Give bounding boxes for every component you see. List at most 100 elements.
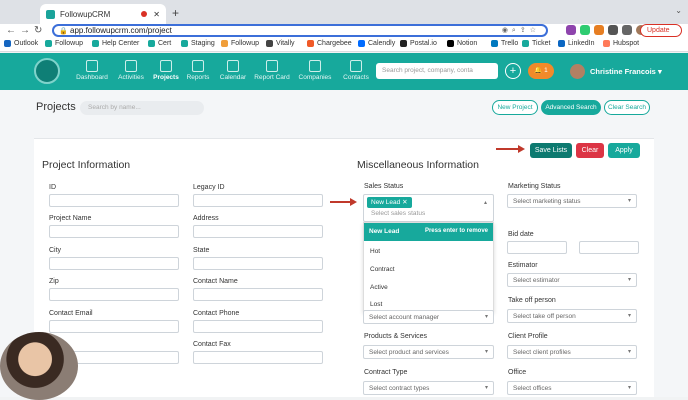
dropdown-option-contract[interactable]: Contract	[370, 266, 395, 273]
followupcrm-logo[interactable]	[34, 58, 60, 84]
update-button[interactable]: Update	[640, 24, 682, 37]
project-name-input[interactable]	[49, 225, 179, 238]
bookmark-item[interactable]: Vitally	[266, 40, 295, 47]
bid-date-from-input[interactable]	[507, 241, 567, 254]
bookmark-item[interactable]: Followup	[45, 40, 83, 47]
clear-button[interactable]: Clear	[576, 143, 604, 158]
caret-down-icon: ▾	[627, 198, 631, 204]
calendar-icon	[227, 60, 239, 72]
caret-down-icon: ▾	[627, 277, 631, 283]
save-lists-button[interactable]: Save Lists	[530, 143, 572, 158]
estimator-label: Estimator	[508, 262, 538, 269]
bookmark-label: Calendly	[368, 40, 396, 47]
nav-item-label: Companies	[298, 74, 332, 81]
dropdown-option-label: New Lead	[369, 228, 400, 235]
dropdown-option-hot[interactable]: Hot	[370, 248, 380, 255]
forward-icon[interactable]: →	[20, 25, 30, 36]
contact-phone-input[interactable]	[193, 320, 323, 333]
bookmark-item[interactable]: Staging	[181, 40, 215, 47]
take-off-person-select[interactable]: Select take off person ▾	[507, 309, 637, 323]
project-search-input[interactable]: Search by name...	[80, 101, 204, 115]
nav-item-reports[interactable]: Reports	[178, 60, 218, 81]
bookmark-item[interactable]: Notion	[447, 40, 477, 47]
bookmark-favicon-icon	[148, 40, 155, 47]
bid-date-to-input[interactable]	[579, 241, 639, 254]
bookmark-item[interactable]: Cert	[148, 40, 171, 47]
bookmark-item[interactable]: Trello	[491, 40, 518, 47]
bookmark-item[interactable]: Ticket	[522, 40, 550, 47]
bell-icon: 🔔	[534, 67, 543, 74]
nav-item-companies[interactable]: Companies	[295, 60, 335, 81]
contact-name-input[interactable]	[193, 288, 323, 301]
client-profile-select[interactable]: Select client profiles ▾	[507, 345, 637, 359]
extension-icon[interactable]	[594, 25, 604, 35]
annotation-arrow	[496, 148, 520, 150]
account-manager-select[interactable]: Select account manager ▾	[363, 310, 494, 324]
nav-item-calendar[interactable]: Calendar	[213, 60, 253, 81]
clear-search-button[interactable]: Clear Search	[604, 100, 650, 115]
bookmark-item[interactable]: Calendly	[358, 40, 395, 47]
bookmark-item[interactable]: Followup	[221, 40, 259, 47]
nav-item-label: Report Card	[254, 74, 290, 81]
extension-icon[interactable]	[566, 25, 576, 35]
zip-input[interactable]	[49, 288, 179, 301]
dropdown-option-new-lead[interactable]: New Lead Press enter to remove	[364, 223, 493, 241]
marketing-status-select[interactable]: Select marketing status ▾	[507, 194, 637, 208]
nav-item-activities[interactable]: Activities	[111, 60, 151, 81]
extension-icon[interactable]	[580, 25, 590, 35]
sales-status-placeholder: Select sales status	[371, 210, 426, 217]
tab-search-icon[interactable]: ⌄	[675, 6, 682, 15]
browser-tab[interactable]: FollowupCRM ✕	[40, 4, 166, 24]
id-input[interactable]	[49, 194, 179, 207]
contact-fax-input[interactable]	[193, 351, 323, 364]
city-input[interactable]	[49, 257, 179, 270]
sales-status-tag[interactable]: New Lead ✕	[367, 197, 412, 208]
companies-icon	[309, 60, 321, 72]
products-services-select[interactable]: Select product and services ▾	[363, 345, 494, 359]
address-input[interactable]	[193, 225, 323, 238]
apply-button[interactable]: Apply	[608, 143, 640, 158]
dropdown-option-active[interactable]: Active	[370, 284, 388, 291]
nav-item-contacts[interactable]: Contacts	[336, 60, 376, 81]
bookmark-item[interactable]: Chargebee	[307, 40, 352, 47]
back-icon[interactable]: ←	[6, 25, 16, 36]
user-avatar[interactable]	[570, 64, 585, 79]
new-tab-icon[interactable]: +	[172, 6, 179, 20]
bookmark-item[interactable]: LinkedIn	[558, 40, 594, 47]
contract-type-select[interactable]: Select contract types ▾	[363, 381, 494, 395]
bookmark-item[interactable]: Hubspot	[603, 40, 639, 47]
legacy-id-input[interactable]	[193, 194, 323, 207]
bookmark-favicon-icon	[181, 40, 188, 47]
address-bar[interactable]: 🔒 app.followupcrm.com/project ◉⌕⇪☆	[52, 24, 548, 37]
reload-icon[interactable]: ↻	[34, 25, 42, 36]
bookmark-item[interactable]: Outlook	[4, 40, 38, 47]
estimator-select[interactable]: Select estimator ▾	[507, 273, 637, 287]
caret-down-icon: ▾	[484, 314, 488, 320]
puzzle-icon[interactable]	[608, 25, 618, 35]
caret-down-icon: ▾	[484, 385, 488, 391]
contact-email-input[interactable]	[49, 320, 179, 333]
notification-badge[interactable]: 🔔 1	[528, 63, 554, 79]
contract-type-placeholder: Select contract types	[369, 385, 430, 392]
new-project-button[interactable]: New Project	[492, 100, 538, 115]
url-text: app.followupcrm.com/project	[70, 26, 172, 35]
add-icon[interactable]: +	[505, 63, 521, 79]
annotation-arrowhead	[350, 198, 357, 206]
bookmark-item[interactable]: Help Center	[92, 40, 139, 47]
state-label: State	[193, 247, 210, 254]
omnibox-actions-icon[interactable]: ◉⌕⇪☆	[502, 26, 540, 35]
project-information-heading: Project Information	[42, 159, 131, 171]
global-search-input[interactable]: Search project, company, conta	[376, 63, 498, 79]
dropdown-option-lost[interactable]: Lost	[370, 301, 382, 308]
nav-item-dashboard[interactable]: Dashboard	[72, 60, 112, 81]
user-menu[interactable]: Christine Francois ▾	[590, 67, 662, 76]
close-tab-icon[interactable]: ✕	[153, 10, 160, 19]
remove-tag-icon[interactable]: ✕	[402, 199, 407, 206]
bookmark-item[interactable]: Postal.io	[400, 40, 437, 47]
office-select[interactable]: Select offices ▾	[507, 381, 637, 395]
sidebar-icon[interactable]	[622, 25, 632, 35]
marketing-status-placeholder: Select marketing status	[513, 198, 581, 205]
nav-item-report-card[interactable]: Report Card	[252, 60, 292, 81]
advanced-search-button[interactable]: Advanced Search	[541, 100, 601, 115]
state-input[interactable]	[193, 257, 323, 270]
